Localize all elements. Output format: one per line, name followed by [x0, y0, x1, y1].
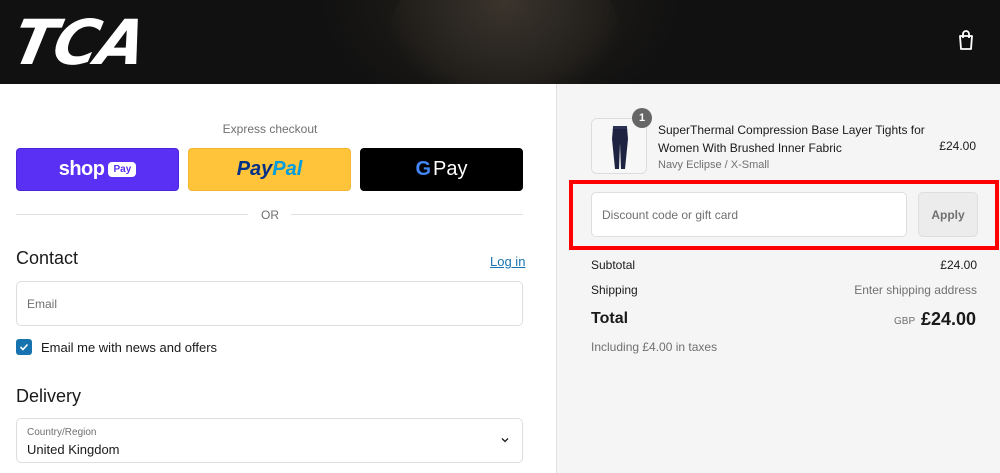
email-field-wrapper — [16, 281, 523, 326]
header-banner: TCA — [0, 0, 1000, 84]
newsletter-label: Email me with news and offers — [41, 340, 218, 355]
subtotal-label: Subtotal — [591, 258, 636, 272]
google-g-icon: G — [415, 158, 432, 180]
shopping-bag-icon[interactable] — [957, 30, 975, 50]
paypal-button[interactable]: Pay Pal — [188, 148, 351, 191]
subtotal-row: Subtotal £24.00 — [591, 258, 977, 272]
shop-pay-button[interactable]: shop Pay — [16, 148, 179, 191]
paypal-wordmark-part1: Pay — [236, 158, 273, 180]
contact-heading: Contact — [16, 248, 79, 268]
discount-code-input[interactable] — [592, 193, 906, 236]
divider-right — [291, 214, 523, 215]
banner-photo — [390, 0, 620, 84]
paypal-wordmark-part2: Pal — [272, 158, 303, 180]
delivery-heading: Delivery — [16, 386, 82, 406]
shop-pay-wordmark: shop — [58, 158, 105, 180]
shipping-label: Shipping — [591, 283, 638, 297]
login-link[interactable]: Log in — [490, 254, 525, 269]
checkmark-icon — [19, 343, 29, 351]
divider-left — [16, 214, 248, 215]
subtotal-value: £24.00 — [940, 258, 977, 272]
country-label: Country/Region — [27, 427, 97, 438]
product-name: SuperThermal Compression Base Layer Tigh… — [658, 123, 925, 155]
total-value: £24.00 — [920, 309, 976, 329]
shop-pay-badge: Pay — [108, 162, 137, 177]
product-variant: Navy Eclipse / X-Small — [658, 159, 770, 171]
order-summary: 1 SuperThermal Compression Base Layer Ti… — [556, 84, 1000, 473]
google-pay-button[interactable]: G Pay — [360, 148, 523, 191]
store-logo[interactable]: TCA — [6, 6, 151, 79]
total-label: Total — [591, 310, 629, 327]
discount-field-wrapper — [591, 192, 907, 237]
google-pay-wordmark: Pay — [433, 158, 468, 180]
country-value: United Kingdom — [27, 442, 120, 457]
product-price: £24.00 — [939, 139, 976, 153]
or-divider-text: OR — [261, 208, 279, 222]
shipping-value: Enter shipping address — [854, 283, 977, 297]
chevron-down-icon — [501, 438, 509, 443]
email-field[interactable] — [17, 282, 522, 325]
checkout-form: Express checkout shop Pay Pay Pal G Pay O… — [0, 84, 556, 473]
express-checkout-title: Express checkout — [222, 122, 318, 136]
quantity-badge: 1 — [632, 108, 652, 128]
shipping-row: Shipping Enter shipping address — [591, 283, 977, 297]
taxes-note: Including £4.00 in taxes — [591, 340, 718, 354]
country-select[interactable]: Country/Region United Kingdom — [16, 418, 523, 463]
apply-discount-button[interactable]: Apply — [918, 192, 978, 237]
newsletter-checkbox[interactable] — [16, 339, 32, 355]
total-currency: GBP — [894, 316, 916, 327]
